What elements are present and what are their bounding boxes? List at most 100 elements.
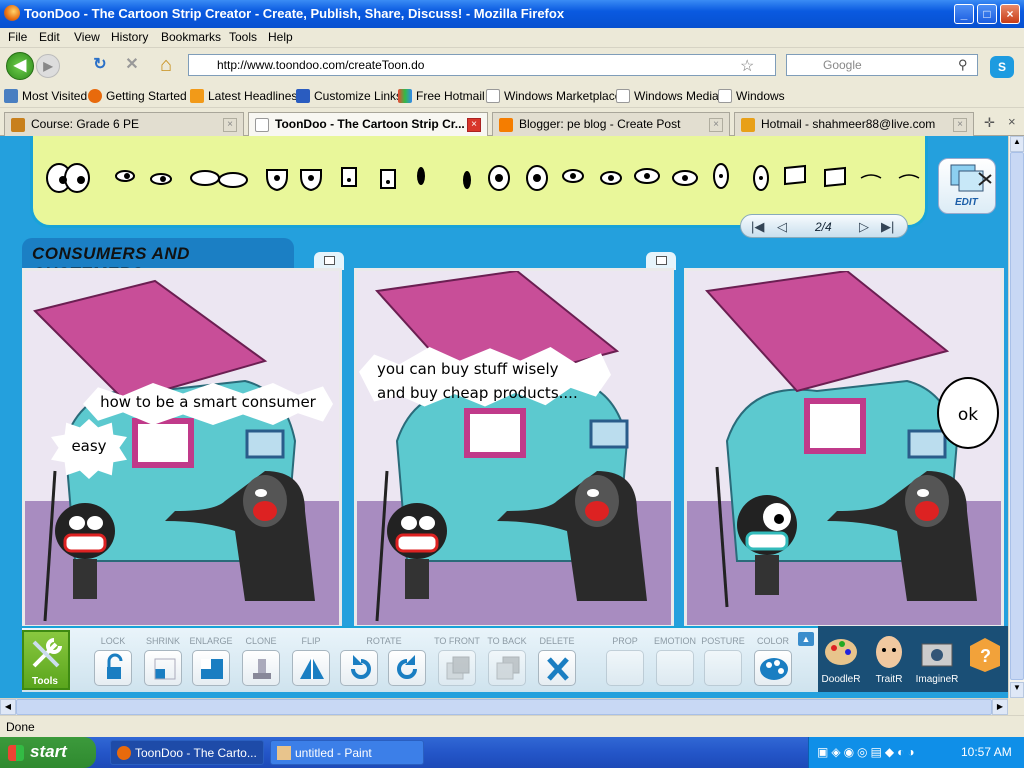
home-button[interactable]: ⌂ xyxy=(152,52,180,80)
strip-title-tab[interactable]: CONSUMERS AND CUSTEMERS xyxy=(22,238,294,283)
prop-button[interactable]: PROP xyxy=(600,636,650,690)
status-text: Done xyxy=(6,720,35,734)
vertical-scroll-thumb[interactable] xyxy=(1010,152,1024,680)
menu-tools[interactable]: Tools xyxy=(229,30,257,44)
next-page-icon[interactable]: ▷ xyxy=(859,219,869,235)
speech-bubble[interactable]: you can buy stuff wisely and buy cheap p… xyxy=(377,357,578,405)
color-button[interactable]: COLOR xyxy=(748,636,798,690)
bookmark-windows-marketplace[interactable]: Windows Marketplace xyxy=(486,89,621,103)
delete-x-icon xyxy=(538,650,576,686)
tab-course-grade6[interactable]: Course: Grade 6 PE × xyxy=(4,112,244,136)
tab-hotmail[interactable]: Hotmail - shahmeer88@live.com × xyxy=(734,112,974,136)
bookmark-most-visited[interactable]: Most Visited xyxy=(4,89,87,103)
scroll-down-icon[interactable]: ▼ xyxy=(1010,682,1024,698)
horizontal-scroll-thumb[interactable] xyxy=(16,699,992,715)
hotmail-icon xyxy=(741,118,755,132)
imaginer-button[interactable]: ImagineR xyxy=(914,630,960,688)
posture-button[interactable]: POSTURE xyxy=(698,636,748,690)
to-front-button[interactable]: TO FRONT xyxy=(432,636,482,690)
firefox-icon xyxy=(117,746,131,760)
svg-text:?: ? xyxy=(980,646,991,666)
emotion-face-icon xyxy=(656,650,694,686)
bookmark-free-hotmail[interactable]: Free Hotmail xyxy=(398,89,485,103)
enlarge-icon xyxy=(192,650,230,686)
taskbar-item-paint[interactable]: untitled - Paint xyxy=(270,740,424,765)
help-button[interactable]: ? xyxy=(962,630,1008,688)
rotate-left-button[interactable] xyxy=(334,636,384,690)
scroll-left-icon[interactable]: ◀ xyxy=(0,699,16,715)
bookmark-windows[interactable]: Windows xyxy=(718,89,785,103)
toondoo-editor: EDIT |◀ ◁ 2/4 ▷ ▶| CONSUMERS AND CUSTEME… xyxy=(0,136,1008,698)
comic-panel-1[interactable]: how to be a smart consumer easy xyxy=(22,268,342,628)
skype-icon[interactable]: S xyxy=(990,56,1014,78)
emotion-button[interactable]: EMOTION xyxy=(650,636,700,690)
horizontal-scrollbar[interactable]: ◀ ▶ xyxy=(0,698,1008,715)
scroll-right-icon[interactable]: ▶ xyxy=(992,699,1008,715)
comic-panel-2[interactable]: you can buy stuff wisely and buy cheap p… xyxy=(354,268,674,628)
reload-button[interactable]: ↻ xyxy=(86,52,114,80)
face-icon xyxy=(876,636,902,668)
traitr-button[interactable]: TraitR xyxy=(866,630,912,688)
window-title-bar[interactable]: ToonDoo - The Cartoon Strip Creator - Cr… xyxy=(0,0,1024,28)
menu-bookmarks[interactable]: Bookmarks xyxy=(161,30,221,44)
close-tab-icon[interactable]: × xyxy=(223,118,237,132)
posture-figure-icon xyxy=(704,650,742,686)
minimize-button[interactable]: _ xyxy=(954,4,974,24)
back-button[interactable]: ◀ xyxy=(6,52,34,80)
taskbar-item-firefox[interactable]: ToonDoo - The Carto... xyxy=(110,740,264,765)
menu-file[interactable]: File xyxy=(8,30,27,44)
bookmark-customize-links[interactable]: Customize Links xyxy=(296,89,402,103)
clock[interactable]: 10:57 AM xyxy=(961,745,1012,759)
stop-button[interactable]: ✕ xyxy=(118,52,146,80)
delete-button[interactable]: DELETE xyxy=(532,636,582,690)
close-tab-icon[interactable]: × xyxy=(467,118,481,132)
tab-blogger[interactable]: Blogger: pe blog - Create Post × xyxy=(492,112,730,136)
enlarge-button[interactable]: ENLARGE xyxy=(186,636,236,690)
clone-button[interactable]: CLONE xyxy=(236,636,286,690)
menu-view[interactable]: View xyxy=(74,30,100,44)
flip-button[interactable]: FLIP xyxy=(286,636,336,690)
start-button[interactable]: start xyxy=(0,737,96,768)
first-page-icon[interactable]: |◀ xyxy=(751,219,764,235)
close-all-icon[interactable]: × xyxy=(1008,114,1016,129)
edit-button[interactable]: EDIT xyxy=(938,158,996,214)
status-bar: Done xyxy=(0,715,1024,737)
lock-button[interactable]: LOCK xyxy=(88,636,138,690)
address-bar[interactable]: http://www.toondoo.com/createToon.do xyxy=(188,54,776,76)
bookmark-latest-headlines[interactable]: Latest Headlines xyxy=(190,89,297,103)
comic-panel-3[interactable]: ok xyxy=(684,268,1004,628)
speech-bubble[interactable]: ok xyxy=(937,377,999,449)
close-tab-icon[interactable]: × xyxy=(709,118,723,132)
tools-button[interactable]: Tools xyxy=(22,630,70,690)
close-tab-icon[interactable]: × xyxy=(953,118,967,132)
last-page-icon[interactable]: ▶| xyxy=(881,219,894,235)
doodler-button[interactable]: DoodleR xyxy=(818,630,864,688)
page-indicator: 2/4 xyxy=(815,220,832,234)
windows-flag-icon xyxy=(398,89,412,103)
rotate-right-button[interactable] xyxy=(382,636,432,690)
search-input[interactable]: Google xyxy=(786,54,978,76)
close-button[interactable]: × xyxy=(1000,4,1020,24)
taskbar: start ToonDoo - The Carto... untitled - … xyxy=(0,737,1024,768)
search-icon[interactable]: ⚲ xyxy=(958,57,968,73)
rotate-left-icon xyxy=(340,650,378,686)
prev-page-icon[interactable]: ◁ xyxy=(777,219,787,235)
bookmark-windows-media[interactable]: Windows Media xyxy=(616,89,719,103)
bookmark-getting-started[interactable]: Getting Started xyxy=(88,89,187,103)
tab-list-icon[interactable]: ✛ xyxy=(984,115,995,131)
tab-toondoo[interactable]: ToonDoo - The Cartoon Strip Cr... × xyxy=(248,112,488,137)
bookmarks-toolbar: Most Visited Getting Started Latest Head… xyxy=(0,84,1024,108)
window-icon xyxy=(324,256,335,265)
shrink-button[interactable]: SHRINK xyxy=(138,636,188,690)
collapse-toolbar-icon[interactable]: ▲ xyxy=(798,632,814,646)
maximize-button[interactable]: □ xyxy=(977,4,997,24)
menu-history[interactable]: History xyxy=(111,30,148,44)
forward-button[interactable]: ▶ xyxy=(36,54,60,78)
tray-icons[interactable]: ▣◈◉◎▤◆◐◑ xyxy=(817,745,918,759)
menu-help[interactable]: Help xyxy=(268,30,293,44)
menu-edit[interactable]: Edit xyxy=(39,30,60,44)
bookmark-star-icon[interactable]: ☆ xyxy=(740,56,754,76)
vertical-scrollbar[interactable]: ▲ ▼ xyxy=(1008,136,1024,698)
scroll-up-icon[interactable]: ▲ xyxy=(1010,136,1024,152)
to-back-button[interactable]: TO BACK xyxy=(482,636,532,690)
